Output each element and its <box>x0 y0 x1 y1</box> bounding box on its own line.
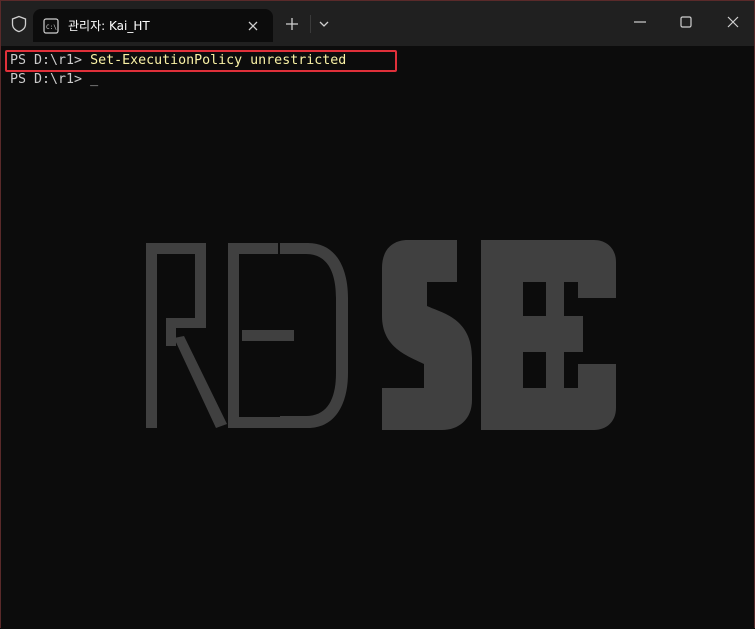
close-icon[interactable] <box>246 19 260 33</box>
terminal-line-2: PS D:\r1> _ <box>10 71 98 89</box>
redsec-logo <box>146 240 616 430</box>
tab-active[interactable]: C:\ 관리자: Kai_HT <box>33 9 273 42</box>
svg-text:C:\: C:\ <box>46 24 57 31</box>
command-text: Set-ExecutionPolicy unrestricted <box>90 53 347 68</box>
chevron-down-icon[interactable] <box>317 18 331 30</box>
plus-icon[interactable] <box>284 16 300 32</box>
prompt: PS D:\r1> <box>10 72 91 87</box>
cursor: _ <box>90 72 99 87</box>
shield-icon[interactable] <box>10 15 28 33</box>
minimize-icon[interactable] <box>633 14 647 30</box>
terminal-line-1: PS D:\r1> Set-ExecutionPolicy unrestrict… <box>10 52 346 70</box>
divider <box>310 15 311 33</box>
terminal-icon: C:\ <box>43 18 59 34</box>
maximize-icon[interactable] <box>678 14 694 30</box>
terminal-output[interactable]: PS D:\r1> Set-ExecutionPolicy unrestrict… <box>1 46 754 629</box>
terminal-window: C:\ 관리자: Kai_HT PS D:\r1> Set-ExecutionP… <box>0 0 755 629</box>
close-icon[interactable] <box>725 14 741 30</box>
prompt: PS D:\r1> <box>10 53 91 68</box>
tab-title: 관리자: Kai_HT <box>68 19 150 33</box>
title-bar[interactable]: C:\ 관리자: Kai_HT <box>1 1 754 46</box>
